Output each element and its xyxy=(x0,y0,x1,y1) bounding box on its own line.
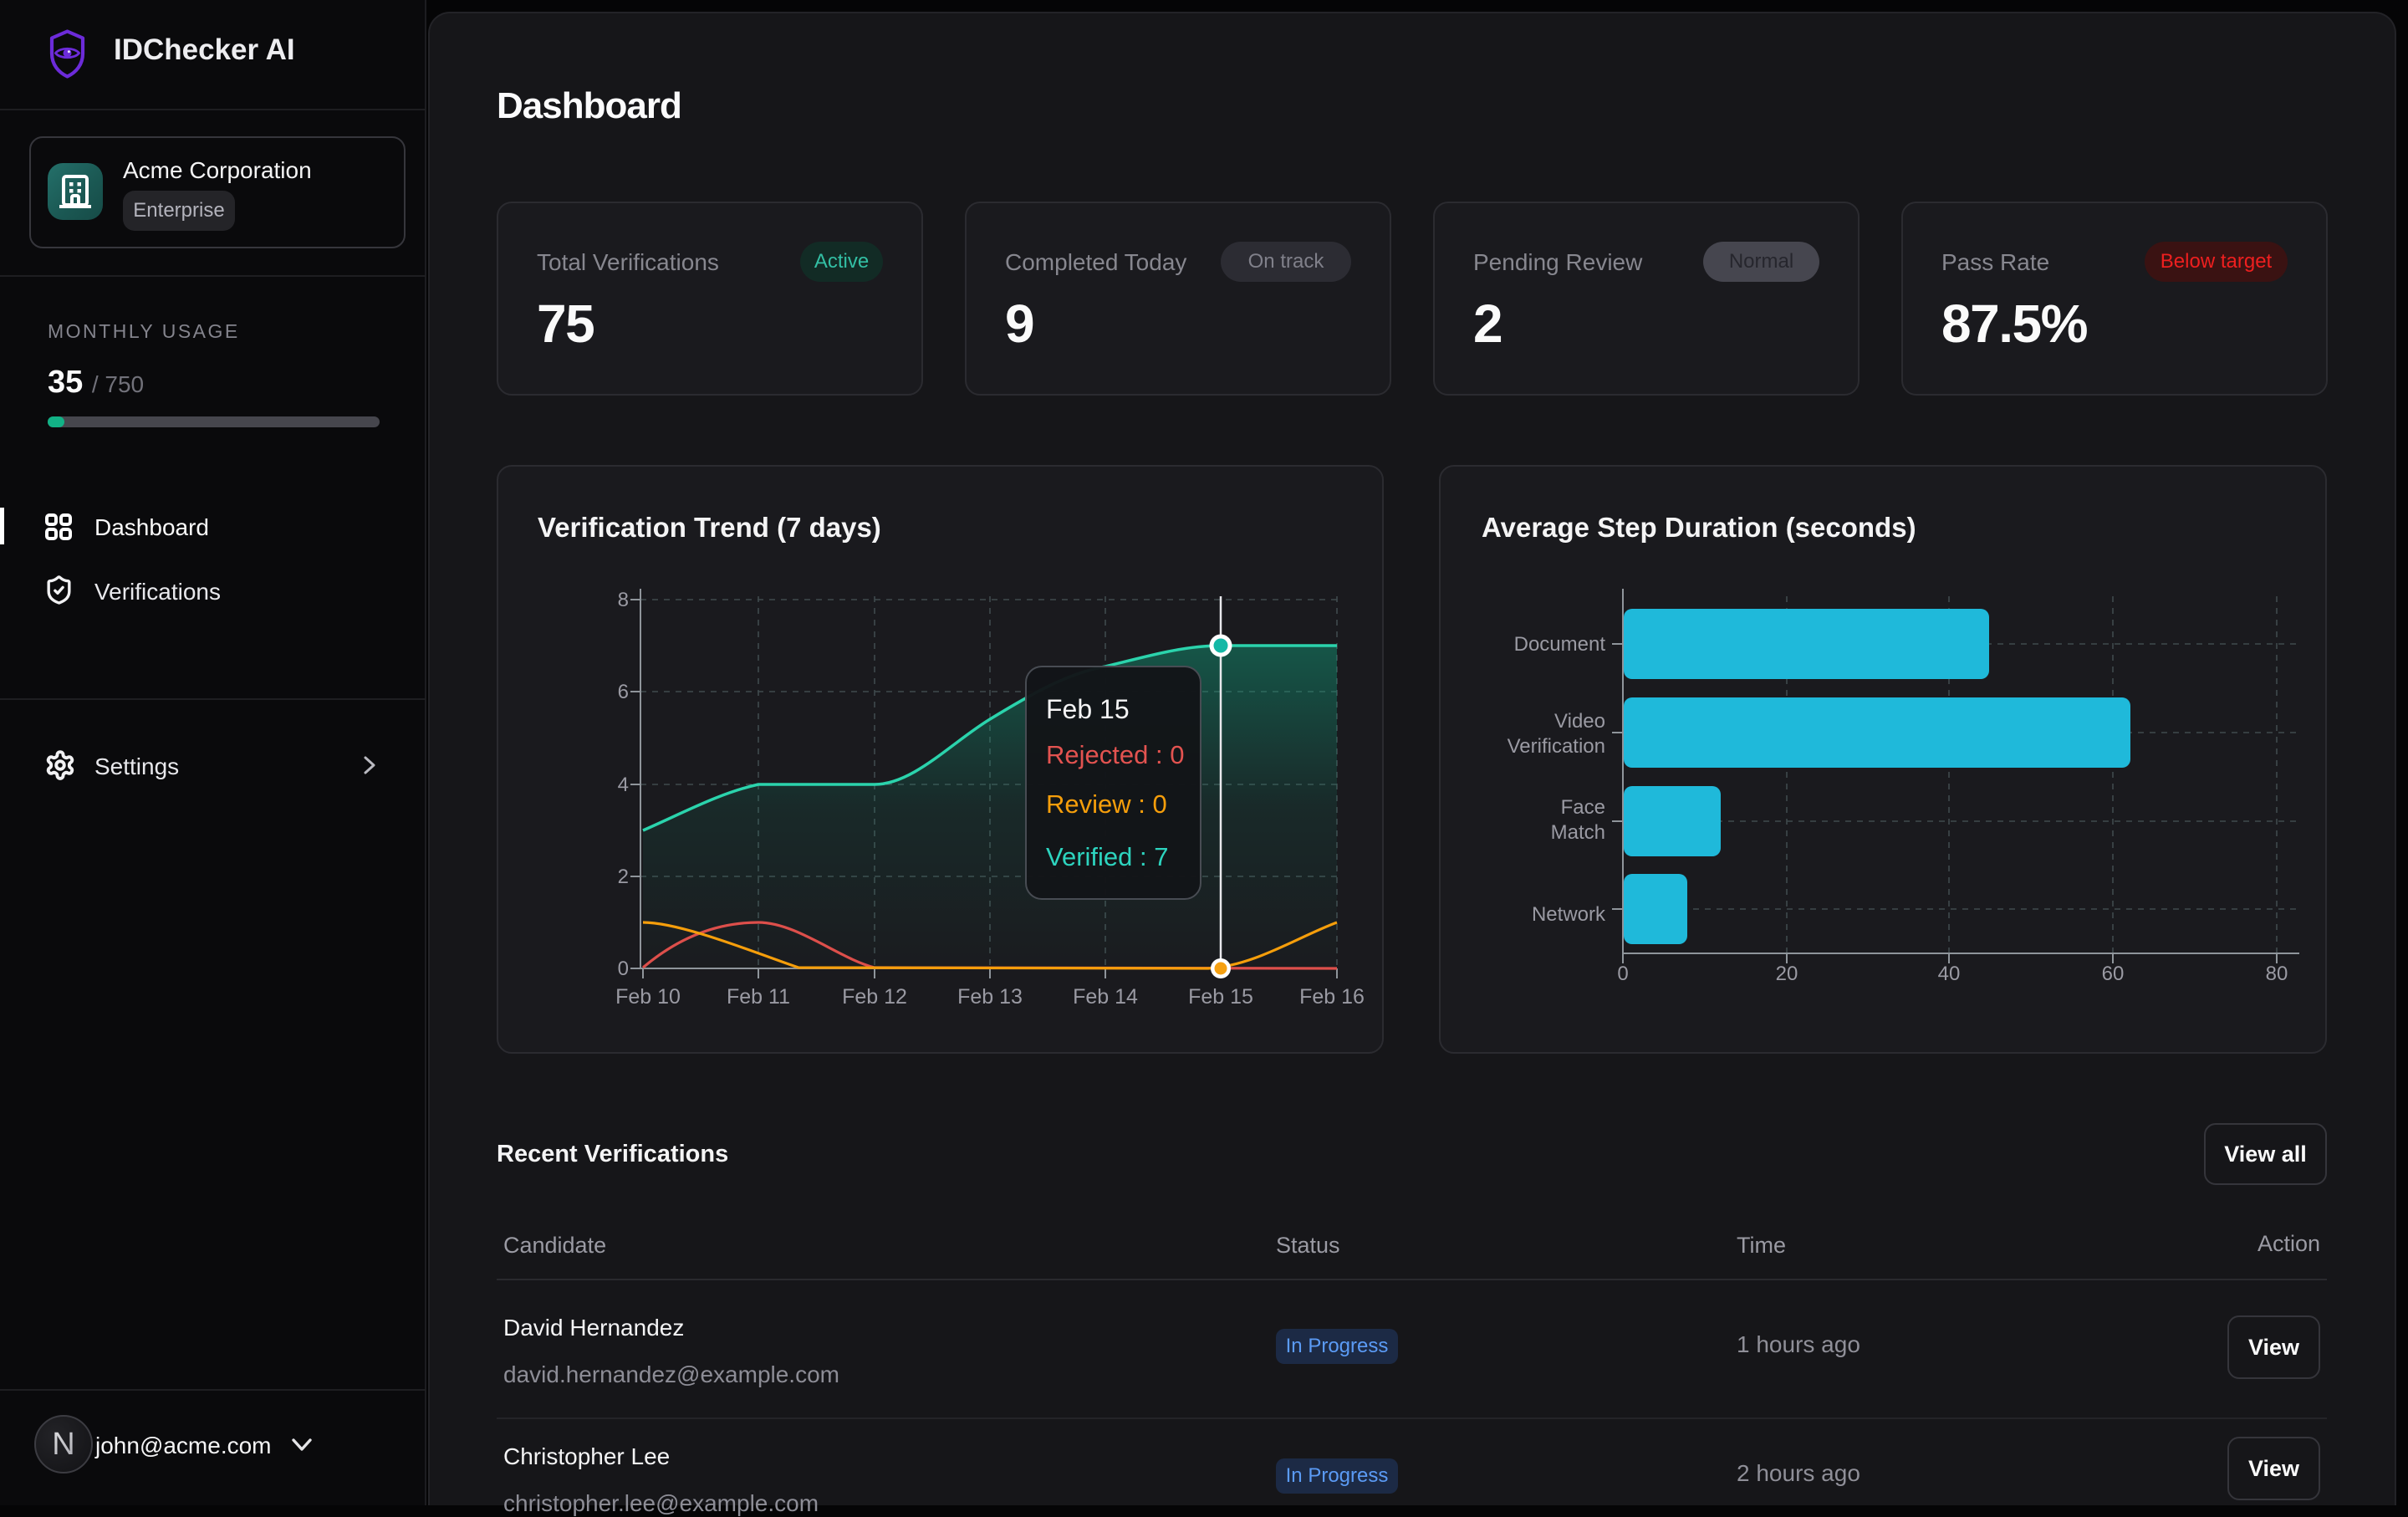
svg-text:8: 8 xyxy=(618,589,629,611)
svg-text:Network: Network xyxy=(1532,903,1606,926)
svg-text:Feb 16: Feb 16 xyxy=(1299,985,1365,1009)
svg-text:Video: Video xyxy=(1554,710,1605,733)
svg-text:Feb 15: Feb 15 xyxy=(1188,985,1253,1009)
svg-text:2: 2 xyxy=(618,866,629,888)
svg-text:Feb 10: Feb 10 xyxy=(615,985,681,1009)
svg-text:40: 40 xyxy=(1938,963,1961,985)
svg-text:Match: Match xyxy=(1551,821,1605,844)
svg-text:Feb 14: Feb 14 xyxy=(1073,985,1138,1009)
svg-text:20: 20 xyxy=(1776,963,1798,985)
svg-text:4: 4 xyxy=(618,774,629,796)
svg-text:80: 80 xyxy=(2266,963,2288,985)
svg-text:Face: Face xyxy=(1561,796,1605,819)
svg-text:Verification: Verification xyxy=(1508,735,1605,758)
svg-text:60: 60 xyxy=(2102,963,2125,985)
svg-text:Document: Document xyxy=(1514,633,1606,656)
svg-text:Feb 13: Feb 13 xyxy=(957,985,1023,1009)
svg-text:0: 0 xyxy=(1617,963,1628,985)
svg-text:0: 0 xyxy=(618,958,629,980)
svg-text:6: 6 xyxy=(618,681,629,703)
svg-text:Feb 11: Feb 11 xyxy=(727,985,790,1009)
svg-text:Feb 12: Feb 12 xyxy=(842,985,907,1009)
